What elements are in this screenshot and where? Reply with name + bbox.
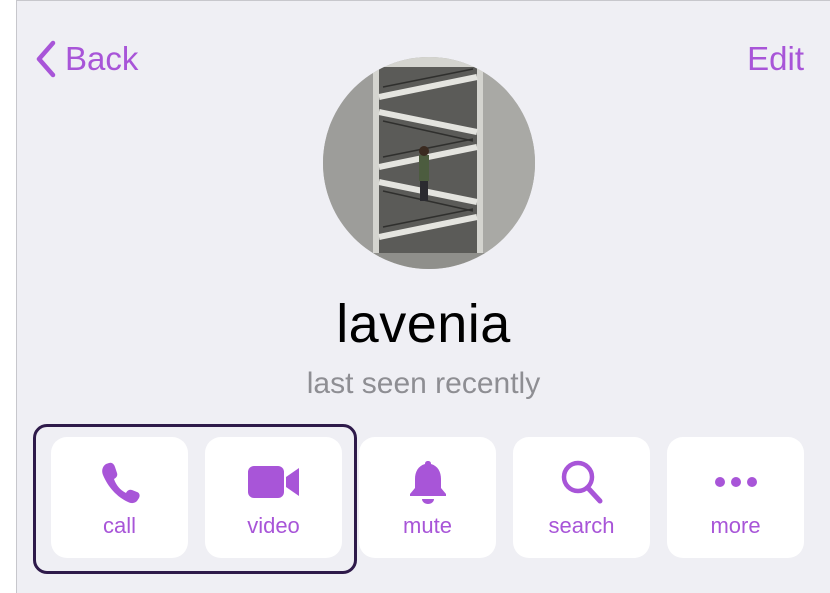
magnifier-icon (561, 460, 602, 504)
call-button[interactable]: call (51, 437, 188, 558)
search-label: search (548, 513, 615, 538)
chevron-left-icon (36, 40, 56, 78)
mute-label: mute (403, 513, 452, 538)
more-button[interactable]: more (667, 437, 804, 558)
mute-button[interactable]: mute (359, 437, 496, 558)
video-label: video (247, 513, 300, 538)
back-button[interactable]: Back (35, 37, 138, 81)
video-camera-icon (247, 466, 299, 498)
avatar-photo (323, 57, 535, 269)
action-buttons: call video mute search more (51, 437, 804, 558)
back-button-label: Back (65, 40, 139, 77)
search-button[interactable]: search (513, 437, 650, 558)
contact-status: last seen recently (306, 367, 541, 400)
ellipsis-icon (714, 477, 757, 487)
edit-button[interactable]: Edit (747, 37, 804, 81)
call-label: call (102, 513, 136, 538)
more-label: more (710, 513, 761, 538)
video-button[interactable]: video (205, 437, 342, 558)
contact-info-screen: Back Edit lavenia last seen recently cal… (16, 0, 830, 593)
avatar[interactable] (323, 57, 535, 269)
bell-icon (409, 461, 446, 504)
phone-icon (101, 462, 140, 504)
contact-name: lavenia (336, 294, 511, 354)
